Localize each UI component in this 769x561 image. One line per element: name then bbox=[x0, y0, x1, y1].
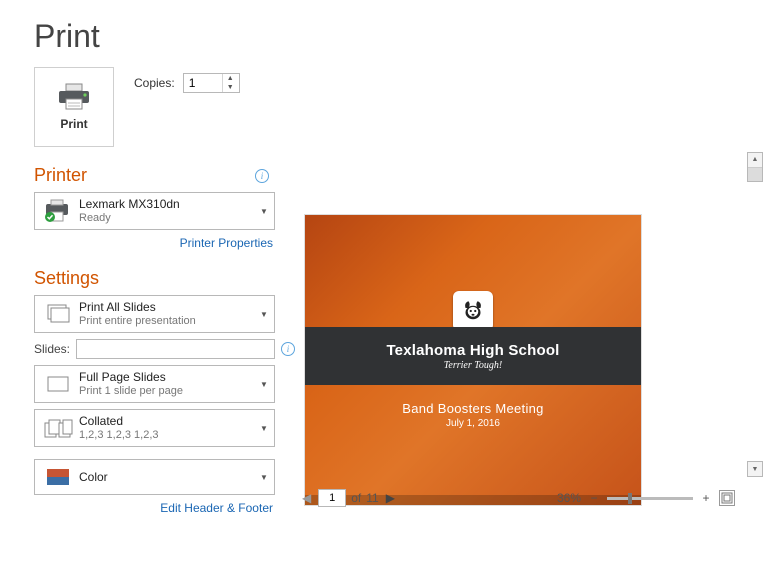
collate-main: Collated bbox=[79, 414, 260, 429]
scroll-up-icon[interactable]: ▲ bbox=[748, 153, 762, 167]
collate-sub: 1,2,3 1,2,3 1,2,3 bbox=[79, 429, 260, 443]
vertical-scroll-top[interactable]: ▲ bbox=[747, 152, 763, 182]
copies-spinner[interactable]: ▲ ▼ bbox=[183, 73, 240, 93]
pager: ◀ of 11 ▶ bbox=[300, 489, 397, 507]
info-icon[interactable]: i bbox=[281, 342, 295, 356]
slides-label: Slides: bbox=[34, 342, 70, 356]
page-input[interactable] bbox=[318, 489, 346, 507]
event-date: July 1, 2016 bbox=[305, 418, 641, 429]
page-title: Print bbox=[34, 18, 769, 55]
copies-up-icon[interactable]: ▲ bbox=[223, 74, 238, 83]
scroll-down-button[interactable]: ▼ bbox=[747, 461, 763, 477]
printer-name: Lexmark MX310dn bbox=[79, 197, 260, 212]
page-total: 11 bbox=[366, 491, 378, 505]
printer-section-label: Printer bbox=[34, 165, 87, 185]
print-button[interactable]: Print bbox=[34, 67, 114, 147]
copies-down-icon[interactable]: ▼ bbox=[223, 83, 238, 92]
slides-range-main: Print All Slides bbox=[79, 300, 260, 315]
chevron-down-icon: ▼ bbox=[260, 380, 270, 389]
copies-input[interactable] bbox=[184, 74, 222, 92]
school-tagline: Terrier Tough! bbox=[444, 360, 502, 371]
prev-page-button[interactable]: ◀ bbox=[300, 491, 313, 505]
edit-header-footer-link[interactable]: Edit Header & Footer bbox=[160, 501, 273, 515]
layout-main: Full Page Slides bbox=[79, 370, 260, 385]
copies-label: Copies: bbox=[134, 76, 175, 90]
copies-group: Copies: ▲ ▼ bbox=[134, 67, 240, 93]
slide-subtitle: Band Boosters Meeting July 1, 2016 bbox=[305, 401, 641, 429]
zoom-slider[interactable] bbox=[607, 497, 693, 500]
slide-preview: Texlahoma High School Terrier Tough! Ban… bbox=[305, 215, 641, 505]
print-button-label: Print bbox=[60, 117, 87, 131]
settings-section-title: Settings bbox=[34, 268, 275, 289]
next-page-button[interactable]: ▶ bbox=[384, 491, 397, 505]
info-icon[interactable]: i bbox=[255, 169, 269, 183]
slides-range-dropdown[interactable]: Print All Slides Print entire presentati… bbox=[34, 295, 275, 333]
printer-dropdown[interactable]: Lexmark MX310dn Ready ▼ bbox=[34, 192, 275, 230]
slides-input[interactable] bbox=[76, 339, 275, 359]
school-name: Texlahoma High School bbox=[386, 342, 559, 359]
chevron-down-icon: ▼ bbox=[260, 310, 270, 319]
printer-properties-link-row: Printer Properties bbox=[34, 236, 275, 250]
left-panel: Print Copies: ▲ ▼ Printer i bbox=[0, 67, 295, 517]
status-bar: ◀ of 11 ▶ 36% − + bbox=[295, 487, 769, 509]
color-dropdown[interactable]: Color ▼ bbox=[34, 459, 275, 495]
zoom-thumb[interactable] bbox=[628, 493, 632, 504]
scroll-thumb[interactable] bbox=[748, 167, 762, 182]
zoom-in-button[interactable]: + bbox=[699, 491, 713, 505]
zoom-out-button[interactable]: − bbox=[587, 491, 601, 505]
all-slides-icon bbox=[41, 299, 75, 329]
full-page-icon bbox=[41, 369, 75, 399]
mascot-icon bbox=[453, 291, 493, 331]
layout-dropdown[interactable]: Full Page Slides Print 1 slide per page … bbox=[34, 365, 275, 403]
event-name: Band Boosters Meeting bbox=[305, 401, 641, 416]
chevron-down-icon: ▼ bbox=[260, 473, 270, 482]
printer-icon bbox=[56, 83, 92, 111]
settings-section-label: Settings bbox=[34, 268, 99, 288]
collate-dropdown[interactable]: Collated 1,2,3 1,2,3 1,2,3 ▼ bbox=[34, 409, 275, 447]
zoom-group: 36% − + bbox=[557, 490, 735, 506]
printer-section-title: Printer i bbox=[34, 165, 275, 186]
color-main: Color bbox=[79, 470, 260, 485]
chevron-down-icon: ▼ bbox=[260, 207, 270, 216]
edit-header-footer-row: Edit Header & Footer bbox=[34, 501, 275, 515]
chevron-down-icon: ▼ bbox=[260, 424, 270, 433]
preview-pane: ▲ ▼ bbox=[295, 67, 769, 517]
printer-status: Ready bbox=[79, 212, 260, 226]
slide-banner: Texlahoma High School Terrier Tough! bbox=[305, 327, 641, 385]
color-icon bbox=[41, 462, 75, 492]
fit-to-window-button[interactable] bbox=[719, 490, 735, 506]
page-of-label: of bbox=[351, 491, 361, 505]
zoom-percent: 36% bbox=[557, 491, 581, 505]
slides-row: Slides: i bbox=[34, 339, 275, 359]
collated-icon bbox=[41, 413, 75, 443]
printer-properties-link[interactable]: Printer Properties bbox=[180, 236, 273, 250]
slides-range-sub: Print entire presentation bbox=[79, 315, 260, 329]
printer-status-icon bbox=[41, 196, 75, 226]
layout-sub: Print 1 slide per page bbox=[79, 385, 260, 399]
